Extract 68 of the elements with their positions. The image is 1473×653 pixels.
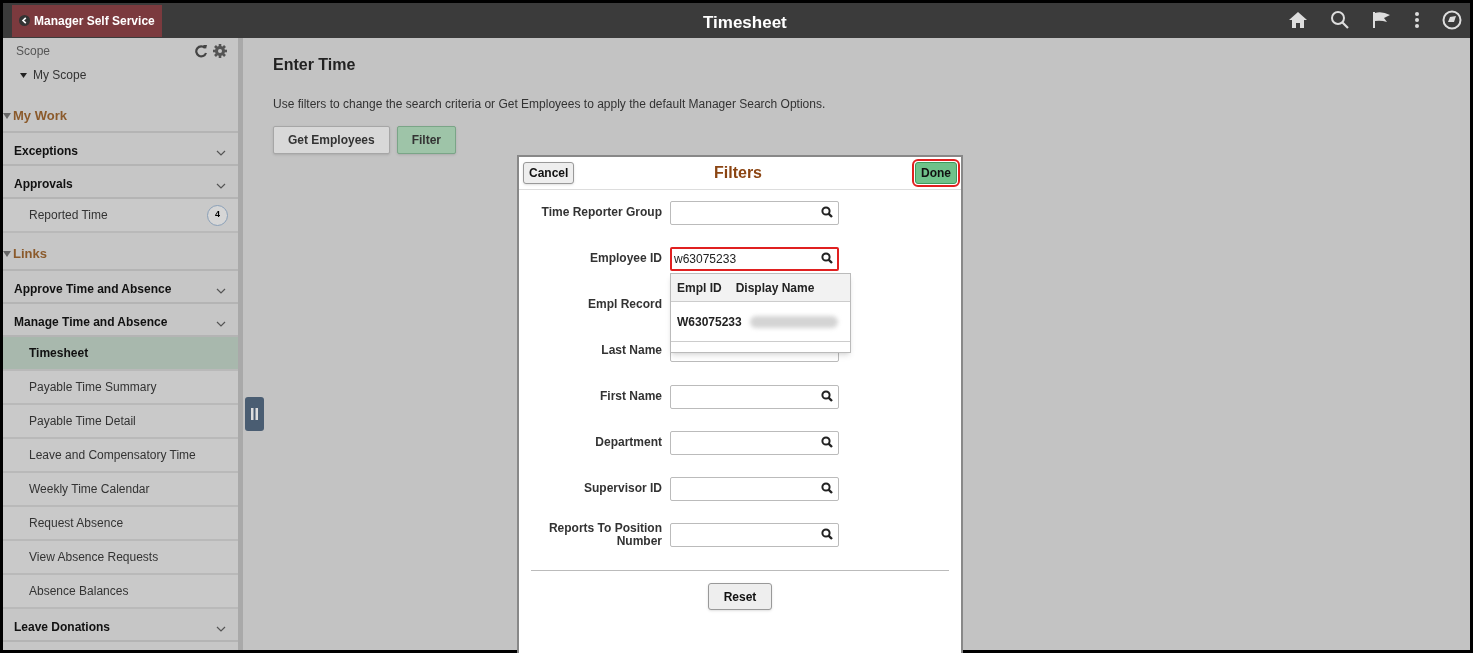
back-icon — [19, 15, 30, 26]
done-button[interactable]: Done — [915, 162, 957, 184]
field-label: Department — [594, 434, 662, 449]
lookup-field[interactable] — [670, 431, 839, 455]
chevron-down-icon — [216, 150, 226, 156]
chevron-down-icon — [216, 183, 226, 189]
field-label: Supervisor ID — [582, 480, 662, 495]
chevron-down-icon — [216, 321, 226, 327]
reset-button[interactable]: Reset — [707, 583, 773, 610]
dialog-title: Filters — [714, 163, 762, 183]
nav-item-label: Timesheet — [29, 345, 89, 362]
caret-icon — [20, 72, 27, 78]
nav-item[interactable]: Timesheet — [3, 337, 238, 371]
search-icon — [821, 436, 833, 448]
back-button[interactable]: Manager Self Service — [12, 4, 162, 37]
home-icon — [1288, 11, 1308, 29]
action-button[interactable]: Filter — [396, 126, 457, 154]
lookup-field[interactable] — [670, 385, 839, 409]
nav-item-label: Absence Balances — [29, 583, 129, 600]
search-icon — [821, 528, 833, 540]
collapse-handle[interactable] — [245, 397, 264, 431]
lookup-field[interactable] — [670, 477, 839, 501]
nav-item-label: Request Absence — [29, 515, 124, 532]
nav-group[interactable]: Approve Time and Absence — [14, 280, 172, 298]
nav-item-label: Payable Time Summary — [29, 379, 157, 396]
instructions-text: Use filters to change the search criteria or Get Employees to apply the default Manager Search Options. — [273, 96, 827, 113]
search-icon — [821, 390, 833, 402]
nav-item-label: Payable Time Detail — [29, 413, 136, 430]
lookup-field[interactable]: w63075233 — [670, 247, 839, 271]
lookup-field[interactable] — [670, 201, 839, 225]
action-button[interactable]: Get Employees — [273, 126, 390, 154]
field-label: Last Name — [600, 342, 662, 357]
nav-group[interactable]: Leave Donations — [14, 618, 111, 636]
nav-item-label: Weekly Time Calendar — [29, 481, 150, 498]
field-label: Empl Record — [587, 296, 662, 311]
nav-group[interactable]: Approvals — [14, 175, 73, 193]
flag-icon — [1372, 11, 1392, 29]
scope-label: Scope — [16, 43, 51, 60]
section-title: Enter Time — [273, 55, 357, 75]
more-icon — [1414, 11, 1420, 29]
refresh-icon — [194, 44, 208, 58]
cancel-button[interactable]: Cancel — [523, 162, 575, 184]
nav-group[interactable]: Manage Time and Absence — [14, 313, 168, 331]
table-cell-text: W63075233 — [677, 313, 742, 331]
field-label: Time Reporter Group — [540, 204, 662, 219]
nav-item-label: Leave and Compensatory Time — [29, 447, 196, 464]
nav-item-label: Reported Time — [29, 207, 108, 224]
search-icon — [821, 206, 833, 218]
field-label: Reports To Position Number — [547, 522, 662, 548]
column-header: Empl ID — [677, 279, 722, 297]
search-icon — [1330, 10, 1350, 30]
suggestion-row[interactable]: W63075233 — [671, 302, 850, 342]
page-title: Timesheet — [703, 12, 787, 34]
compass-icon — [1442, 10, 1462, 30]
field-label: Employee ID — [588, 250, 662, 265]
lookup-field[interactable] — [670, 523, 839, 547]
chevron-down-icon — [216, 288, 226, 294]
field-label: First Name — [598, 388, 662, 403]
column-header: Display Name — [735, 279, 815, 297]
nav-item-label: View Absence Requests — [29, 549, 159, 566]
scope-item[interactable]: My Scope — [33, 66, 87, 84]
settings-icon — [212, 43, 228, 59]
chevron-down-icon — [216, 626, 226, 632]
pause-icon — [251, 408, 258, 420]
search-icon — [821, 482, 833, 494]
nav-group[interactable]: Exceptions — [14, 142, 79, 160]
search-icon — [821, 252, 833, 264]
count-badge: 4 — [207, 204, 228, 226]
